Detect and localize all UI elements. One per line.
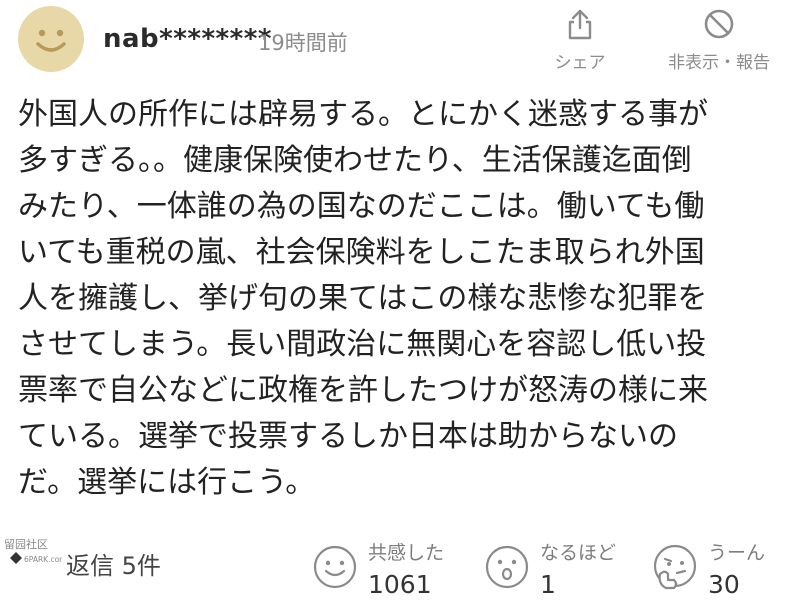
share-icon (568, 9, 592, 40)
comment-body: 外国人の所作には辟易する。とにかく迷惑する事が 多すぎる。。健康保険使わせたり、… (18, 97, 708, 500)
reaction-label: うーん (708, 542, 766, 564)
avatar[interactable] (18, 6, 84, 72)
reaction-count: 1061 (368, 570, 432, 599)
timestamp: 19時間前 (258, 31, 348, 55)
share-label: シェア (554, 53, 606, 73)
surprised-face-icon (485, 545, 529, 589)
reaction-empathize[interactable]: 共感した 1061 (312, 538, 472, 608)
block-icon (704, 9, 734, 39)
username[interactable]: nab******** (103, 24, 272, 54)
thinking-face-icon (653, 544, 697, 590)
comment-header: nab******** 19時間前 シェア 非表示・報告 (0, 0, 800, 86)
watermark-logo: 留园社区 6PARK.com (0, 534, 66, 570)
reaction-hmm[interactable]: うーん 30 (652, 538, 792, 608)
reply-button[interactable]: 返信 5件 (66, 546, 161, 581)
reaction-count: 1 (540, 570, 556, 599)
share-button[interactable]: シェア (544, 8, 616, 74)
reaction-insightful[interactable]: なるほど 1 (484, 538, 634, 608)
hide-report-button[interactable]: 非表示・報告 (646, 8, 792, 74)
svg-text:留园社区: 留园社区 (4, 537, 48, 551)
smile-face-icon (313, 545, 357, 589)
reaction-label: 共感した (368, 542, 445, 564)
svg-text:6PARK.com: 6PARK.com (24, 555, 62, 564)
reaction-count: 30 (708, 570, 740, 599)
comment-footer: 留园社区 6PARK.com 返信 5件 共感した 1061 なるほど 1 (0, 528, 800, 616)
reaction-label: なるほど (540, 542, 617, 564)
hide-report-label: 非表示・報告 (668, 53, 770, 73)
avatar-smile-icon (18, 6, 84, 72)
